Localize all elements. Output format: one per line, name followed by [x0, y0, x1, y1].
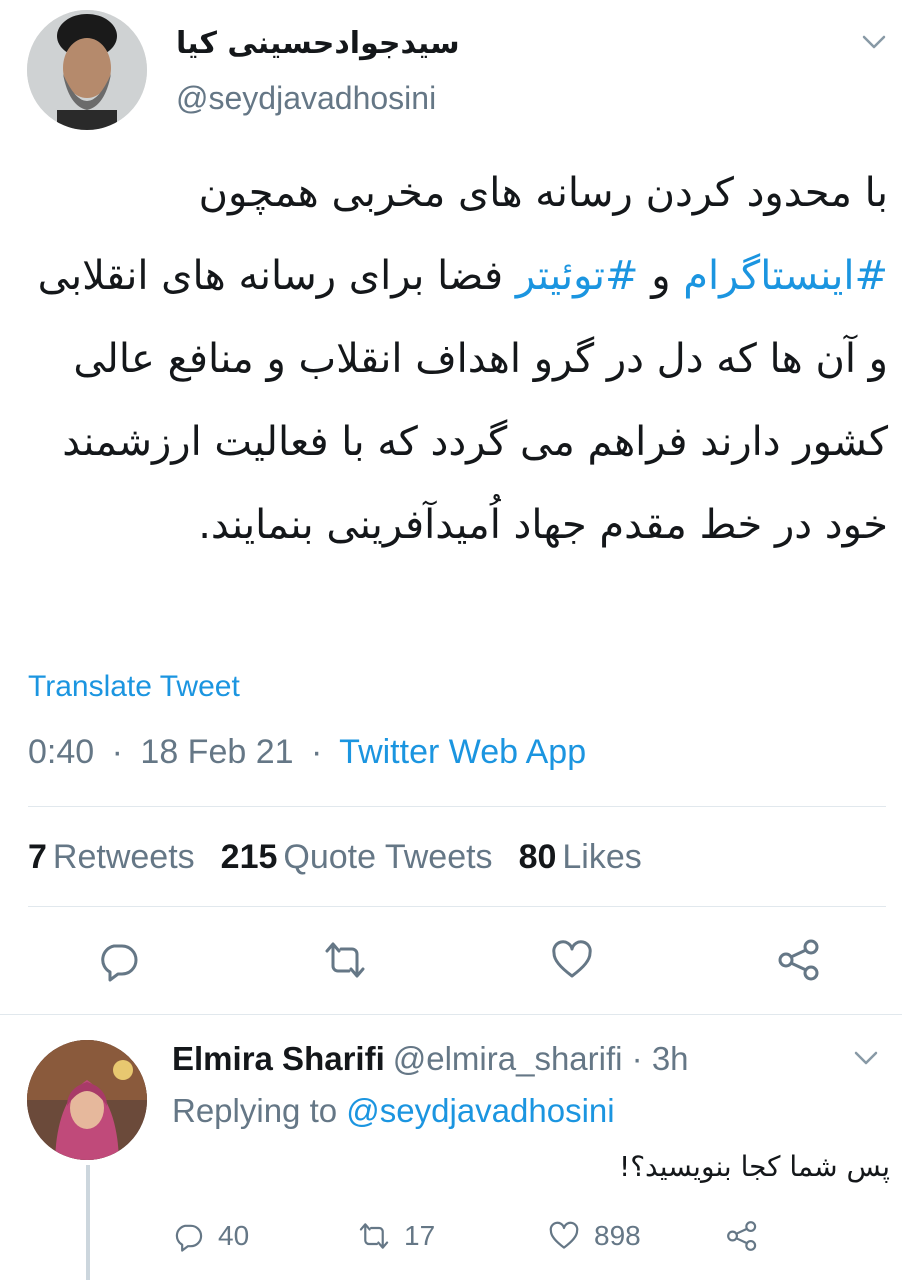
main-tweet: سیدجوادحسینی کیا @seydjavadhosini با محد…	[0, 0, 902, 1012]
reply-icon	[175, 1224, 203, 1252]
author-name[interactable]: سیدجوادحسینی کیا	[176, 26, 460, 61]
reply-reply-count: 40	[218, 1220, 250, 1251]
tweet-meta: 0:40 · 18 Feb 21 · Twitter Web App	[28, 733, 586, 772]
reply-text: پس شما کجا بنویسید؟!	[618, 1150, 890, 1183]
retweet-icon	[359, 1223, 389, 1249]
quotes-stat[interactable]: 215 Quote Tweets	[221, 838, 493, 876]
thread-line	[86, 1165, 90, 1280]
reply-reply-button[interactable]: 40	[172, 1216, 249, 1256]
chevron-down-icon[interactable]	[852, 1048, 880, 1068]
reply-time[interactable]: 3h	[652, 1040, 689, 1077]
chevron-down-icon[interactable]	[860, 32, 888, 52]
reply-author-name[interactable]: Elmira Sharifi	[172, 1040, 385, 1077]
replying-to-label: Replying to	[172, 1092, 338, 1129]
quotes-count: 215	[220, 838, 278, 876]
author-handle[interactable]: @seydjavadhosini	[176, 80, 436, 117]
tweet-text: با محدود کردن رسانه های مخربی همچون #این…	[28, 152, 888, 567]
hashtag-twitter[interactable]: #توئیتر	[516, 253, 639, 299]
retweets-label: Retweets	[52, 838, 195, 876]
reply-like-count: 898	[594, 1220, 641, 1251]
tweet-text-conjunction: و	[638, 253, 684, 299]
likes-count: 80	[518, 838, 557, 876]
hashtag-instagram[interactable]: #اینستاگرام	[683, 253, 888, 299]
tweet-text-line1: با محدود کردن رسانه های مخربی همچون	[198, 170, 888, 216]
retweet-button[interactable]	[323, 938, 367, 982]
like-icon	[549, 1221, 579, 1249]
reply-author-handle[interactable]: @elmira_sharifi	[393, 1040, 623, 1077]
section-divider	[0, 1014, 902, 1015]
reply-retweet-count: 17	[404, 1220, 436, 1251]
quotes-label: Quote Tweets	[283, 838, 493, 876]
tweet-date[interactable]: 18 Feb 21	[140, 733, 293, 771]
replying-to-handle[interactable]: @seydjavadhosini	[346, 1092, 614, 1129]
share-icon	[778, 939, 819, 981]
reply-header: Elmira Sharifi @elmira_sharifi · 3h	[172, 1040, 689, 1078]
replying-to: Replying to @seydjavadhosini	[172, 1092, 615, 1130]
retweets-count: 7	[28, 838, 47, 876]
meta-separator: ·	[111, 733, 123, 771]
like-button[interactable]	[550, 938, 594, 982]
translate-tweet-link[interactable]: Translate Tweet	[28, 670, 240, 704]
reply-icon	[101, 944, 138, 982]
tweet-stats: 7 Retweets 215 Quote Tweets 80 Likes	[28, 838, 642, 877]
likes-label: Likes	[562, 838, 642, 876]
retweet-icon	[325, 942, 365, 978]
like-icon	[552, 940, 592, 978]
author-avatar[interactable]	[27, 10, 147, 130]
divider	[28, 906, 886, 907]
reply-author-avatar[interactable]	[27, 1040, 147, 1160]
reply-separator: ·	[631, 1040, 643, 1077]
reply-share-button[interactable]	[726, 1216, 758, 1256]
share-button[interactable]	[777, 938, 821, 982]
reply-button[interactable]	[96, 938, 140, 982]
divider	[28, 806, 886, 807]
tweet-source-app[interactable]: Twitter Web App	[339, 733, 586, 771]
likes-stat[interactable]: 80 Likes	[519, 838, 642, 876]
reply-retweet-button[interactable]: 17	[358, 1216, 435, 1256]
reply-like-button[interactable]: 898	[548, 1216, 641, 1256]
retweets-stat[interactable]: 7 Retweets	[28, 838, 195, 876]
meta-separator: ·	[311, 733, 323, 771]
tweet-time[interactable]: 0:40	[28, 733, 94, 771]
share-icon	[727, 1221, 757, 1251]
